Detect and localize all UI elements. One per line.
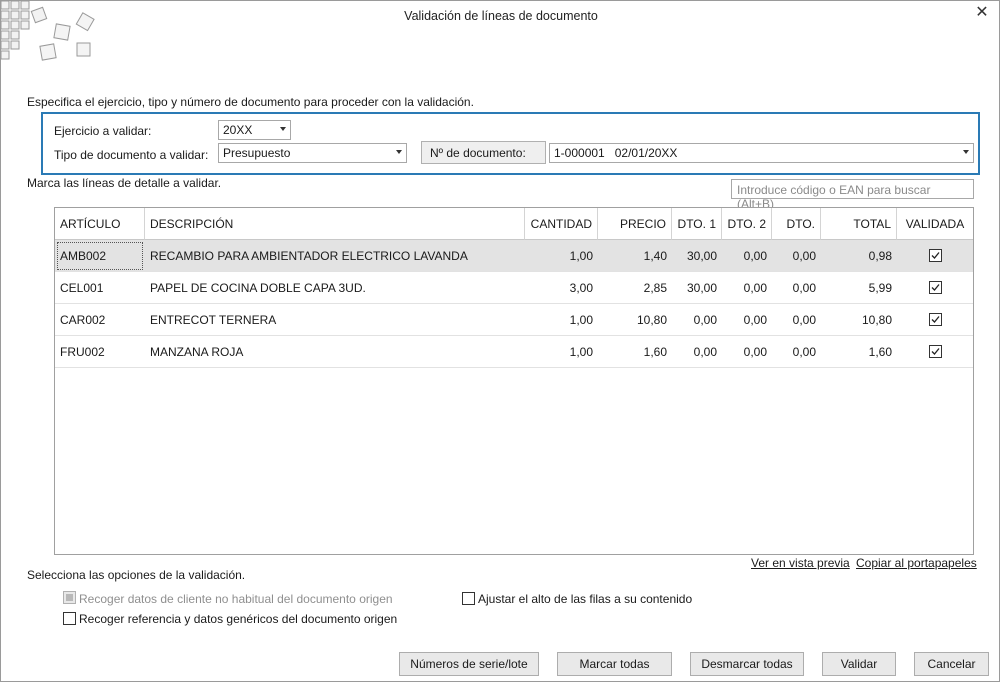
dialog-window: Validación de líneas de documento ✕ Espe… <box>0 0 1000 682</box>
ajustar-alto-checkbox[interactable] <box>462 592 475 605</box>
column-header-validada[interactable]: VALIDADA <box>897 208 973 240</box>
tipo-select[interactable]: Presupuesto <box>218 143 407 163</box>
cell-descripcion: PAPEL DE COCINA DOBLE CAPA 3UD. <box>150 281 366 295</box>
cell-dto1: 0,00 <box>693 345 717 359</box>
cell-cantidad: 3,00 <box>569 281 593 295</box>
cell-precio: 10,80 <box>636 313 667 327</box>
cell-dto3: 0,00 <box>792 281 816 295</box>
close-icon[interactable]: ✕ <box>973 4 991 22</box>
cell-dto2: 0,00 <box>743 345 767 359</box>
column-header-dto2[interactable]: DTO. 2 <box>722 208 772 240</box>
cell-total: 0,98 <box>868 249 892 263</box>
table-row[interactable]: CAR002 ENTRECOT TERNERA 1,00 10,80 0,00 0,00 0… <box>55 304 973 336</box>
recoger-referencia-label[interactable]: Recoger referencia y datos genéricos del… <box>79 612 397 626</box>
numero-select[interactable]: 1-000001 02/01/20XX <box>549 143 974 163</box>
recoger-cliente-checkbox <box>63 591 76 604</box>
cell-total: 5,99 <box>868 281 892 295</box>
cell-total: 1,60 <box>868 345 892 359</box>
tipo-value: Presupuesto <box>223 146 291 160</box>
cell-cantidad: 1,00 <box>569 345 593 359</box>
table-row[interactable]: AMB002 RECAMBIO PARA AMBIENTADOR ELECTRIC… <box>55 240 973 272</box>
checkmark-icon <box>931 348 940 355</box>
cell-dto1: 0,00 <box>693 313 717 327</box>
cell-descripcion: RECAMBIO PARA AMBIENTADOR ELECTRICO LAVA… <box>150 249 468 263</box>
numero-label: Nº de documento: <box>421 141 546 164</box>
recoger-referencia-checkbox[interactable] <box>63 612 76 625</box>
column-header-descripcion[interactable]: DESCRIPCIÓN <box>145 208 525 240</box>
dialog-title: Validación de líneas de documento <box>404 9 598 23</box>
cell-articulo: AMB002 <box>55 240 145 272</box>
cell-cantidad: 1,00 <box>569 313 593 327</box>
validate-button[interactable]: Validar <box>822 652 896 676</box>
chevron-down-icon <box>280 127 286 131</box>
select-doc-instruction: Especifica el ejercicio, tipo y número d… <box>27 95 474 109</box>
cell-dto2: 0,00 <box>743 249 767 263</box>
cell-precio: 1,40 <box>643 249 667 263</box>
checkmark-icon <box>931 252 940 259</box>
cell-dto2: 0,00 <box>743 313 767 327</box>
recoger-cliente-label: Recoger datos de cliente no habitual del… <box>79 592 393 606</box>
validada-checkbox[interactable] <box>929 313 942 326</box>
cell-cantidad: 1,00 <box>569 249 593 263</box>
checkmark-icon <box>931 284 940 291</box>
ajustar-alto-label[interactable]: Ajustar el alto de las filas a su conten… <box>478 592 692 606</box>
validada-checkbox[interactable] <box>929 345 942 358</box>
chevron-down-icon <box>396 150 402 154</box>
column-header-cantidad[interactable]: CANTIDAD <box>525 208 598 240</box>
lines-table: ARTÍCULO DESCRIPCIÓN CANTIDAD PRECIO DTO… <box>54 207 974 555</box>
cell-total: 10,80 <box>861 313 892 327</box>
cell-dto3: 0,00 <box>792 249 816 263</box>
cancel-button[interactable]: Cancelar <box>914 652 989 676</box>
column-header-precio[interactable]: PRECIO <box>598 208 672 240</box>
tipo-label: Tipo de documento a validar: <box>54 148 209 162</box>
cell-precio: 1,60 <box>643 345 667 359</box>
column-header-dto3[interactable]: DTO. 3 <box>772 208 821 263</box>
cell-descripcion: MANZANA ROJA <box>150 345 244 359</box>
cell-dto3: 0,00 <box>792 345 816 359</box>
preview-link[interactable]: Ver en vista previa <box>751 556 850 570</box>
mark-lines-instruction: Marca las líneas de detalle a validar. <box>27 176 222 190</box>
column-header-total[interactable]: TOTAL <box>821 208 897 240</box>
ejercicio-select[interactable]: 20XX <box>218 120 291 140</box>
chevron-down-icon <box>963 150 969 154</box>
clipboard-link[interactable]: Copiar al portapapeles <box>856 556 977 570</box>
unmark-all-button[interactable]: Desmarcar todas <box>690 652 804 676</box>
mark-all-button[interactable]: Marcar todas <box>557 652 672 676</box>
table-row[interactable]: CEL001 PAPEL DE COCINA DOBLE CAPA 3UD. 3,0… <box>55 272 973 304</box>
column-header-dto1[interactable]: DTO. 1 <box>672 208 722 240</box>
cell-articulo: CAR002 <box>60 313 106 327</box>
validada-checkbox[interactable] <box>929 281 942 294</box>
checkmark-icon <box>931 316 940 323</box>
cell-precio: 2,85 <box>643 281 667 295</box>
ejercicio-value: 20XX <box>223 123 253 137</box>
cell-articulo: FRU002 <box>60 345 105 359</box>
cell-dto1: 30,00 <box>686 281 717 295</box>
cell-articulo: CEL001 <box>60 281 104 295</box>
cell-dto3: 0,00 <box>792 313 816 327</box>
validada-checkbox[interactable] <box>929 249 942 262</box>
table-row[interactable]: FRU002 MANZANA ROJA 1,00 1,60 0,00 0,00 0,00 1,… <box>55 336 973 368</box>
ejercicio-label: Ejercicio a validar: <box>54 124 152 138</box>
cell-dto1: 30,00 <box>686 249 717 263</box>
cell-dto2: 0,00 <box>743 281 767 295</box>
search-input[interactable]: Introduce código o EAN para buscar (Alt+… <box>731 179 974 211</box>
cell-descripcion: ENTRECOT TERNERA <box>150 313 277 327</box>
options-instruction: Selecciona las opciones de la validación… <box>27 568 246 582</box>
numero-value: 1-000001 02/01/20XX <box>554 146 678 160</box>
column-header-articulo[interactable]: ARTÍCULO <box>55 208 145 240</box>
serie-lote-button[interactable]: Números de serie/lote <box>399 652 539 676</box>
